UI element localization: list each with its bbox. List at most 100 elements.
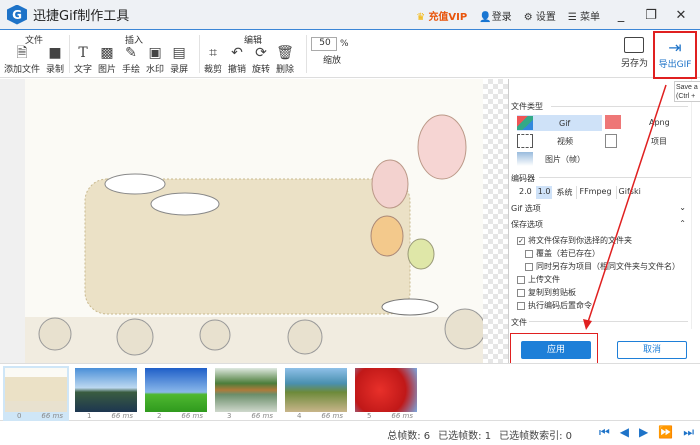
checkbox-save-folder[interactable]: ✓ 将文件保存到你选择的文件夹 xyxy=(517,235,632,246)
login-button[interactable]: 👤登录 xyxy=(479,8,511,23)
group-file: 文件 🗎 添加文件 ■ 录制 xyxy=(2,36,66,75)
type-apng[interactable]: Apng xyxy=(605,115,695,129)
frame-strip: 0 66 ms 1 66 ms 2 66 ms 3 66 ms 4 66 ms 5 66 m… xyxy=(0,363,700,421)
rotate-icon: ⟳ xyxy=(255,45,267,61)
checkbox-box xyxy=(525,262,533,271)
type-video[interactable]: 视频 xyxy=(517,134,573,148)
previous-frame-icon[interactable]: ◀ xyxy=(620,425,629,440)
settings-button[interactable]: ⚙ 设置 xyxy=(524,8,556,23)
crop-icon: ⌗ xyxy=(209,45,217,61)
encoder-ffmpeg[interactable]: FFmpeg xyxy=(576,186,613,199)
checkbox-post-command[interactable]: 执行编码后置命令 xyxy=(517,300,592,311)
image-icon: ▩ xyxy=(100,45,114,61)
zoom-input[interactable]: 50 xyxy=(311,37,337,51)
checkbox-save-project[interactable]: 同时另存为项目（相同文件夹与文件名） xyxy=(525,261,680,272)
frame-thumbnail[interactable]: 5 66 ms xyxy=(353,366,419,421)
vip-button[interactable]: ♛ 充值VIP xyxy=(416,8,467,23)
play-icon[interactable]: ▶ xyxy=(639,425,648,440)
save-as-button[interactable]: 另存为 xyxy=(621,37,648,69)
next-frame-icon[interactable]: ⏩ xyxy=(658,425,673,440)
cancel-button[interactable]: 取消 xyxy=(617,341,687,359)
scrollbar[interactable] xyxy=(691,79,700,329)
draw-button[interactable]: ✎ 手绘 xyxy=(120,44,142,75)
checkbox-box xyxy=(517,301,525,310)
type-gif[interactable]: Gif xyxy=(517,115,602,131)
ribbon-toolbar: 文件 🗎 添加文件 ■ 录制 插入 T 文字 ▩ 图片 ✎ 手绘 ▣ 水印 ▤ 录屏 编辑 ⌗… xyxy=(0,31,700,79)
divider xyxy=(539,177,692,178)
highlight-box xyxy=(510,333,598,365)
export-gif-button[interactable]: ⇥ 导出GIF xyxy=(653,31,697,79)
tooltip-line1: Save a xyxy=(676,84,698,91)
first-frame-icon[interactable]: ⏮ xyxy=(599,425,610,440)
thumbnail-image xyxy=(5,368,67,412)
frame-thumbnail[interactable]: 2 66 ms xyxy=(143,366,209,421)
group-zoom: 50 % 缩放 xyxy=(311,33,353,66)
frame-thumbnail[interactable]: 1 66 ms xyxy=(73,366,139,421)
export-panel: 文件类型 Gif Apng 视频 项目 图片（帧） 编码器 2.0 1.0 系统… xyxy=(508,79,700,363)
group-edit: 编辑 ⌗ 裁剪 ↶ 撤销 ⟳ 旋转 🗑 删除 xyxy=(202,36,296,75)
film-icon: ▤ xyxy=(172,45,186,61)
divider xyxy=(199,35,200,73)
gear-icon: ⚙ xyxy=(523,11,533,23)
film-icon xyxy=(517,134,533,148)
trash-icon: 🗑 xyxy=(276,45,294,61)
user-icon: 👤 xyxy=(479,11,492,23)
text-button[interactable]: T 文字 xyxy=(72,44,94,75)
tooltip-line2: (Ctrl + xyxy=(676,93,696,100)
type-images[interactable]: 图片（帧） xyxy=(517,152,585,166)
chevron-down-icon[interactable]: ⌄ xyxy=(679,203,686,212)
divider xyxy=(69,35,70,73)
type-project[interactable]: 项目 xyxy=(605,134,667,148)
file-icon: 🗎 xyxy=(16,45,28,61)
image-button[interactable]: ▩ 图片 xyxy=(96,44,118,75)
folder-icon xyxy=(624,37,645,53)
chevron-up-icon[interactable]: ⌃ xyxy=(679,219,686,228)
screen-record-button[interactable]: ▤ 录屏 xyxy=(168,44,190,75)
pencil-icon: ✎ xyxy=(125,45,137,61)
divider xyxy=(551,106,688,107)
minimize-button[interactable]: _ xyxy=(612,8,630,23)
hamburger-icon: ☰ xyxy=(567,11,577,23)
encoder-1-0[interactable]: 1.0 xyxy=(535,186,553,199)
thumbnail-image xyxy=(145,368,207,412)
close-button[interactable]: ✕ xyxy=(672,8,690,23)
last-frame-icon[interactable]: ⏭ xyxy=(683,425,694,440)
undo-icon: ↶ xyxy=(231,45,243,61)
crop-button[interactable]: ⌗ 裁剪 xyxy=(202,44,224,75)
crown-icon: ♛ xyxy=(416,11,426,23)
record-button[interactable]: ■ 录制 xyxy=(44,44,66,75)
transparency-grid xyxy=(483,79,508,363)
thumbnail-image xyxy=(355,368,417,412)
frame-thumbnail[interactable]: 4 66 ms xyxy=(283,366,349,421)
frame-thumbnail[interactable]: 3 66 ms xyxy=(213,366,279,421)
encoder-2-0[interactable]: 2.0 xyxy=(517,186,534,199)
delete-button[interactable]: 🗑 删除 xyxy=(274,44,296,75)
menu-button[interactable]: ☰ 菜单 xyxy=(568,8,600,23)
add-file-button[interactable]: 🗎 添加文件 xyxy=(2,44,42,75)
checkbox-overwrite[interactable]: 覆盖（若已存在） xyxy=(525,248,600,259)
rotate-button[interactable]: ⟳ 旋转 xyxy=(250,44,272,75)
text-icon: T xyxy=(78,45,88,61)
maximize-button[interactable]: ❐ xyxy=(642,8,660,23)
encoder-gifski[interactable]: Gifski xyxy=(615,186,643,199)
tooltip: Save a (Ctrl + xyxy=(674,81,700,102)
app-title: 迅捷Gif制作工具 xyxy=(33,9,130,24)
checkbox-box xyxy=(517,275,525,284)
undo-button[interactable]: ↶ 撤销 xyxy=(226,44,248,75)
check-icon: ✓ xyxy=(517,236,525,245)
group-insert: 插入 T 文字 ▩ 图片 ✎ 手绘 ▣ 水印 ▤ 录屏 xyxy=(72,36,190,75)
thumbnail-image xyxy=(75,368,137,412)
checkbox-box xyxy=(525,249,533,258)
encoder-system[interactable]: 系统 xyxy=(554,186,574,199)
checkbox-upload[interactable]: 上传文件 xyxy=(517,274,560,285)
camera-icon: ■ xyxy=(48,45,62,61)
selected-frames: 已选帧数: 1 xyxy=(438,431,492,442)
picture-icon: ▣ xyxy=(148,45,162,61)
status-bar: 总帧数: 6 已选帧数: 1 已选帧数索引: 0 ⏮ ◀ ▶ ⏩ ⏭ xyxy=(0,421,700,445)
gif-options-toggle[interactable]: Gif 选项 xyxy=(511,203,541,214)
apng-icon xyxy=(605,115,621,129)
frame-thumbnail[interactable]: 0 66 ms xyxy=(3,366,69,421)
preview-illustration xyxy=(25,114,486,363)
watermark-button[interactable]: ▣ 水印 xyxy=(144,44,166,75)
checkbox-clipboard[interactable]: 复制到剪贴板 xyxy=(517,287,576,298)
